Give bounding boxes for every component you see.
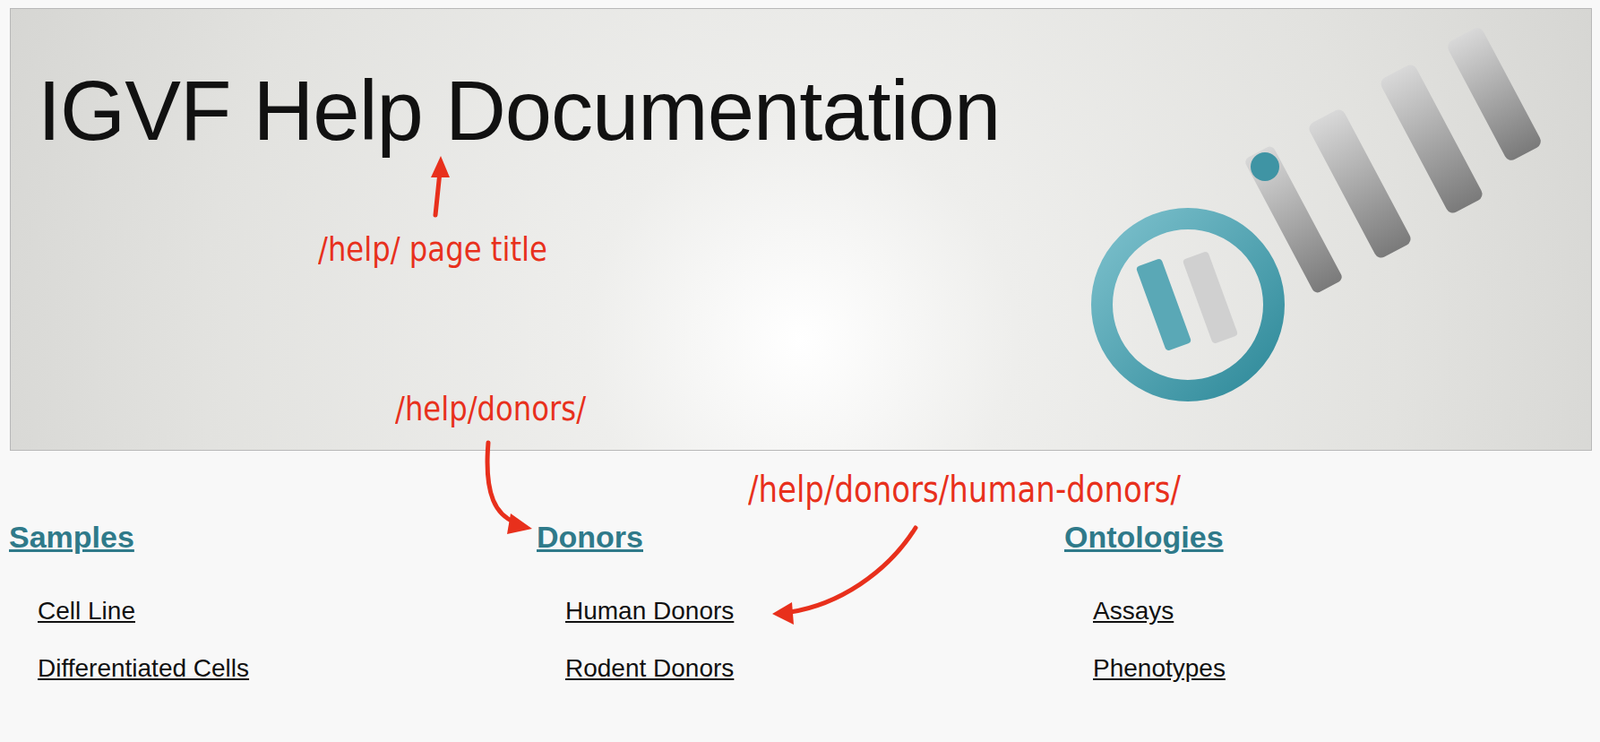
igvf-logo-icon (1053, 8, 1556, 439)
section-link-list: Assays Phenotypes (1064, 554, 1592, 684)
section-link[interactable]: Human Donors (565, 595, 734, 627)
banner: IGVF Help Documentation (9, 8, 1592, 451)
section-link-list: Human Donors Rodent Donors (536, 554, 1065, 684)
section-heading-link[interactable]: Ontologies (1064, 518, 1224, 555)
section-link[interactable]: Cell Line (37, 595, 136, 627)
annotation-note: /help/ page title (318, 229, 548, 271)
section-link[interactable]: Rodent Donors (565, 653, 734, 684)
arrow-icon (487, 442, 533, 534)
annotation-arrows (0, 0, 1600, 742)
help-section: Samples Cell Line Differentiated Cells (8, 518, 537, 684)
annotation-note: /help/donors/ (395, 388, 586, 431)
help-page: IGVF Help Documentation Samples Cell Line D… (0, 0, 1600, 742)
help-section: Donors Human Donors Rodent Donors (536, 518, 1065, 684)
arrow-icon (772, 527, 916, 625)
section-link[interactable]: Assays (1092, 595, 1174, 627)
section-link[interactable]: Differentiated Cells (37, 653, 250, 684)
annotation-note: /help/donors/human-donors/ (748, 467, 1181, 511)
section-link[interactable]: Phenotypes (1092, 653, 1226, 684)
help-section: Ontologies Assays Phenotypes (1064, 518, 1592, 684)
arrow-icon (430, 155, 450, 216)
section-heading-link[interactable]: Samples (8, 518, 135, 555)
page-title: IGVF Help Documentation (10, 8, 1000, 157)
section-heading-link[interactable]: Donors (536, 518, 644, 555)
section-link-list: Cell Line Differentiated Cells (8, 554, 537, 684)
